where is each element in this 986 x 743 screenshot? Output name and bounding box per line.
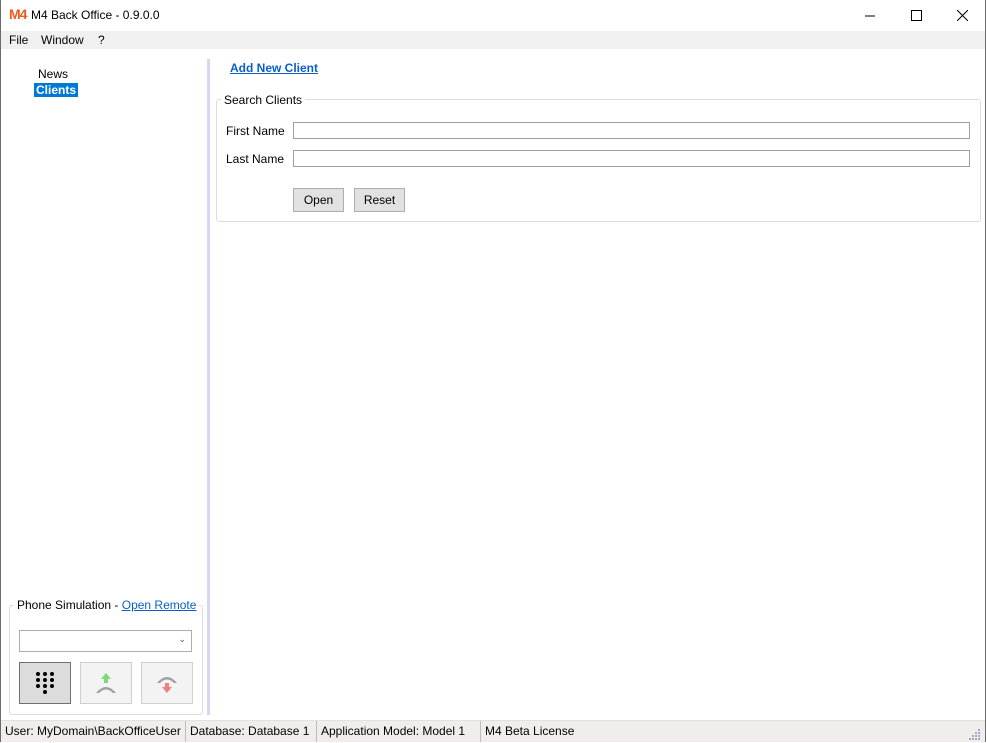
dialpad-button[interactable] (19, 662, 71, 704)
first-name-input[interactable] (293, 122, 970, 139)
first-name-label: First Name (226, 124, 285, 138)
nav-item-news[interactable]: News (36, 67, 70, 81)
panel-splitter[interactable] (207, 59, 210, 715)
menu-file[interactable]: File (9, 33, 28, 47)
open-button[interactable]: Open (293, 188, 344, 212)
reset-button[interactable]: Reset (354, 188, 405, 212)
search-clients-group: Search Clients First Name Last Name Open… (216, 93, 981, 222)
resize-grip-icon[interactable] (969, 728, 981, 740)
last-name-label: Last Name (226, 152, 285, 166)
status-bar: User: MyDomain\BackOfficeUser Database: … (1, 720, 985, 742)
phone-simulation-group: Phone Simulation - Open Remote ⌄ (9, 598, 203, 715)
phone-simulation-label: Phone Simulation - (17, 598, 122, 612)
status-license: M4 Beta License (485, 724, 575, 738)
status-database: Database: Database 1 (186, 721, 317, 742)
chevron-down-icon: ⌄ (178, 634, 186, 644)
menu-bar: File Window ? (1, 31, 985, 49)
nav-item-clients[interactable]: Clients (34, 83, 79, 97)
search-clients-title: Search Clients (221, 93, 306, 107)
status-user: User: MyDomain\BackOfficeUser (1, 721, 186, 742)
minimize-button[interactable] (847, 0, 893, 31)
hang-up-icon (157, 677, 177, 693)
maximize-button[interactable] (893, 0, 939, 31)
close-icon (956, 10, 968, 21)
phone-simulation-title: Phone Simulation - Open Remote (14, 598, 200, 612)
close-button[interactable] (939, 0, 985, 31)
app-window: M4 M4 Back Office - 0.9.0.0 File Window … (0, 0, 986, 742)
dialpad-icon (36, 672, 54, 694)
open-remote-link[interactable]: Open Remote (122, 598, 197, 612)
maximize-icon (910, 10, 922, 21)
last-name-input[interactable] (293, 150, 970, 167)
hang-up-button[interactable] (141, 662, 193, 704)
window-title: M4 Back Office - 0.9.0.0 (31, 8, 160, 22)
title-bar: M4 M4 Back Office - 0.9.0.0 (1, 0, 985, 31)
menu-help[interactable]: ? (98, 33, 105, 47)
status-app-model: Application Model: Model 1 (317, 721, 481, 742)
answer-call-icon (96, 673, 116, 693)
add-new-client-link[interactable]: Add New Client (230, 61, 318, 75)
minimize-icon (864, 15, 875, 17)
answer-call-button[interactable] (80, 662, 132, 704)
app-logo-icon: M4 (9, 6, 27, 22)
menu-window[interactable]: Window (41, 33, 84, 47)
phone-line-select[interactable]: ⌄ (19, 630, 192, 652)
